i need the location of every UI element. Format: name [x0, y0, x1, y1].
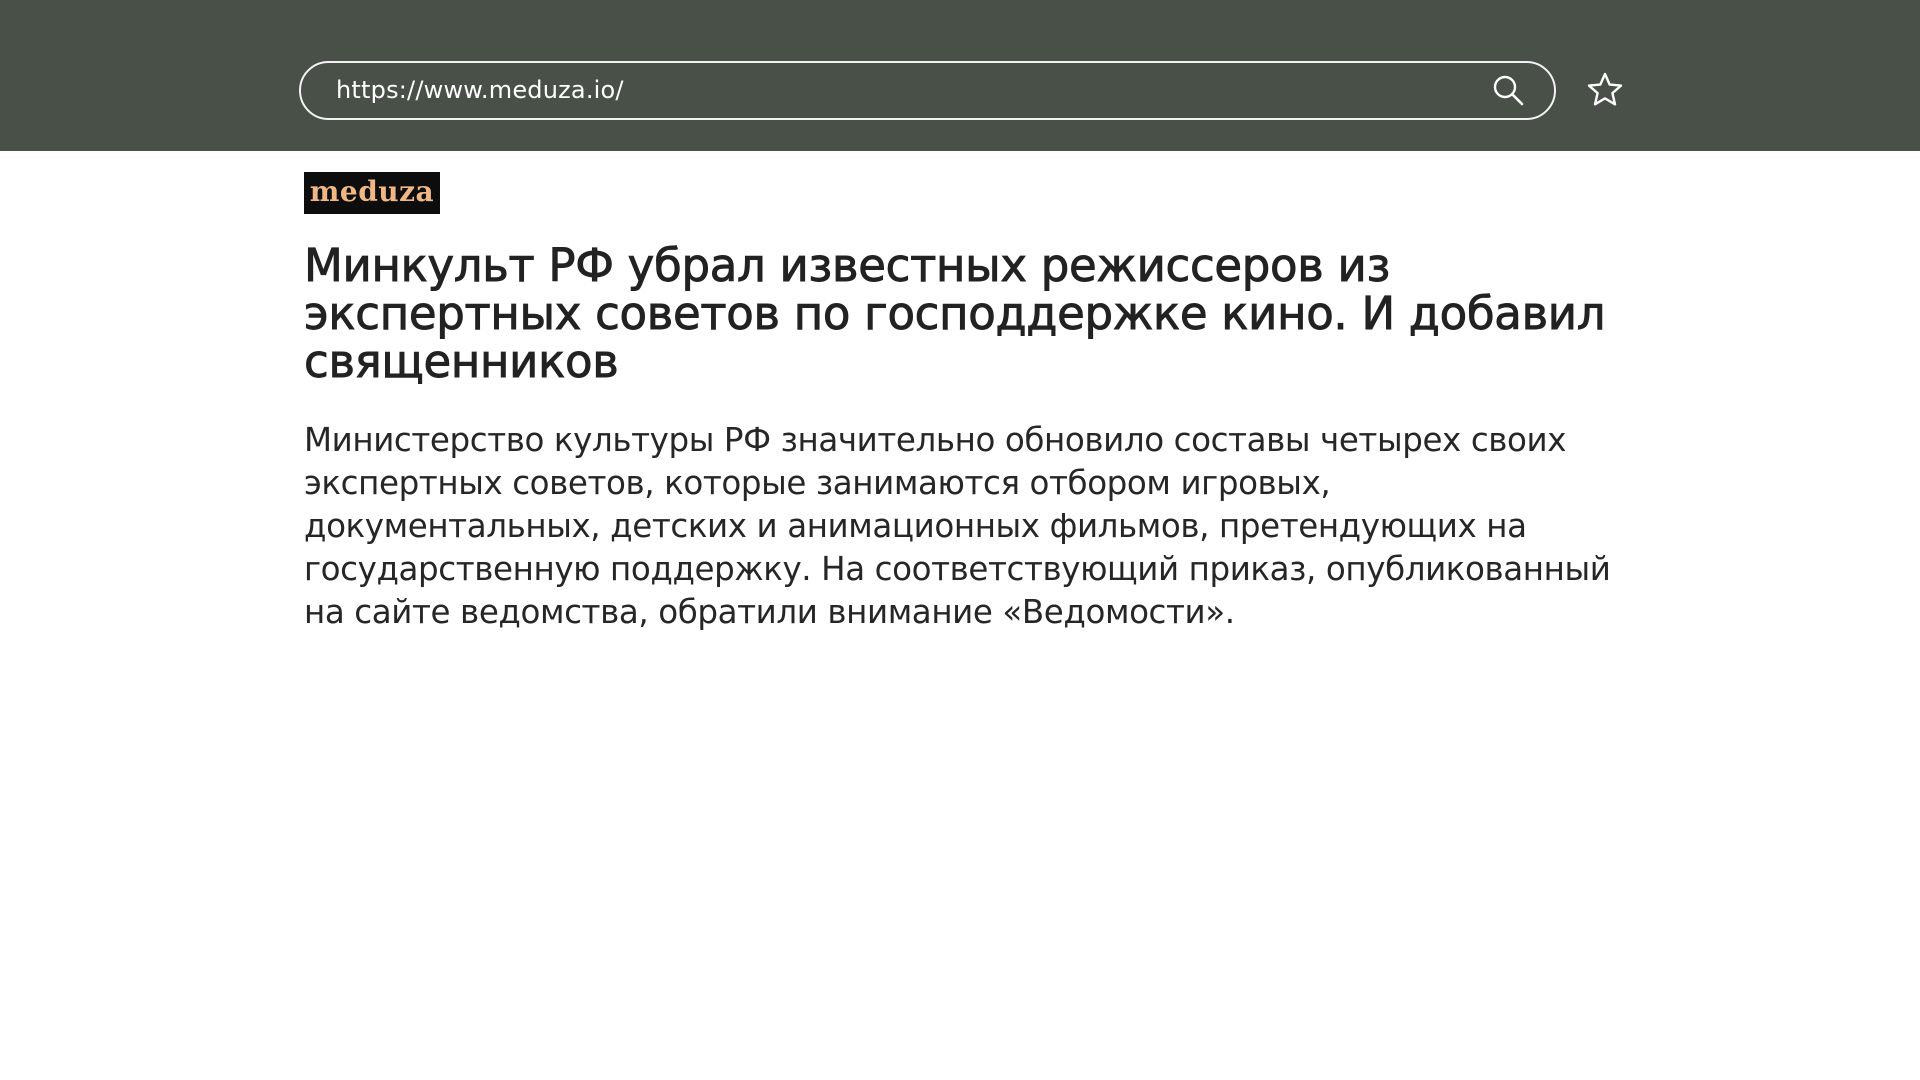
- article-headline: Минкульт РФ убрал известных режиссеров и…: [304, 239, 1606, 388]
- search-icon[interactable]: [1491, 73, 1527, 109]
- url-text[interactable]: https://www.meduza.io/: [336, 63, 624, 118]
- meduza-logo[interactable]: meduza: [304, 172, 440, 214]
- article-lead: Министерство культуры РФ значительно обн…: [304, 421, 1611, 631]
- star-icon[interactable]: [1586, 71, 1624, 109]
- address-bar[interactable]: https://www.meduza.io/: [299, 61, 1556, 120]
- browser-toolbar: https://www.meduza.io/: [0, 0, 1920, 151]
- logo-text: meduza: [309, 175, 435, 208]
